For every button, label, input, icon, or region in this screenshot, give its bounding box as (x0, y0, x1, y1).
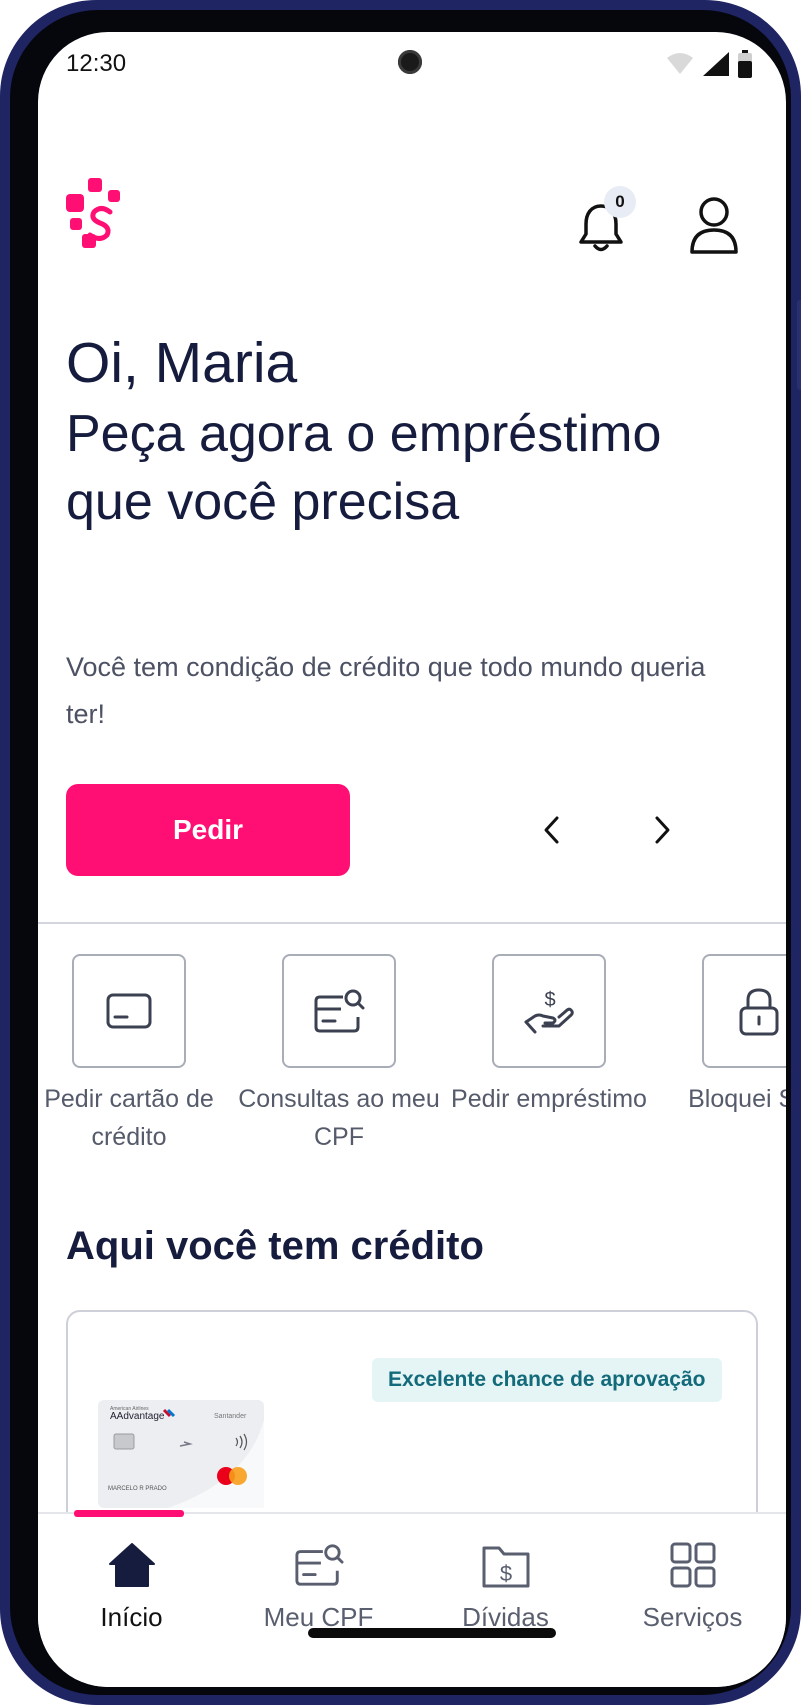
card-search-icon (314, 989, 365, 1033)
hero-subtitle: Você tem condição de crédito que todo mu… (66, 652, 706, 729)
nav-label: Início (100, 1602, 163, 1632)
svg-text:$: $ (499, 1561, 511, 1586)
grid-icon (670, 1542, 715, 1588)
active-tab-indicator (74, 1510, 184, 1517)
shortcut-score-lock[interactable]: Bloquei Scor (654, 954, 786, 1118)
bottom-navigation: Início Meu CPF $ Dívidas Serviços (38, 1510, 786, 1687)
svg-text:$: $ (544, 989, 555, 1011)
card-bank-text: Santander (214, 1413, 247, 1420)
card-holder-text: MARCELO R PRADO (108, 1486, 167, 1492)
chevron-right-icon (655, 816, 670, 844)
shortcut-label: Bloquei Scor (688, 1085, 786, 1113)
section-divider (38, 922, 786, 924)
carousel-next-button[interactable] (644, 812, 680, 848)
shortcut-icon-box: $ (492, 954, 606, 1068)
credit-section-title: Aqui você tem crédito (66, 1224, 484, 1268)
credit-card-image: American Airlines AAdvantage Santander M… (98, 1400, 264, 1508)
credit-card-icon (106, 993, 152, 1029)
carousel-prev-button[interactable] (534, 812, 570, 848)
status-icons (666, 50, 752, 78)
hero-headline: Peça agora o empréstimo que você precisa (66, 405, 662, 531)
status-time: 12:30 (66, 50, 127, 77)
battery-icon (738, 50, 752, 78)
card-brand-text: AAdvantage (110, 1411, 165, 1422)
home-icon (108, 1543, 155, 1587)
approval-chance-badge: Excelente chance de aprovação (372, 1358, 722, 1402)
shortcut-loan[interactable]: $ Pedir empréstimo (444, 954, 654, 1118)
shortcut-label: Pedir cartão de crédito (44, 1085, 214, 1151)
volume-button (797, 300, 801, 390)
phone-frame: 12:30 0 Oi, Maria Peça agora o empréstim… (0, 0, 801, 1705)
greeting-text: Oi, Maria (66, 331, 298, 395)
card-search-icon (294, 1544, 344, 1586)
pedir-button[interactable]: Pedir (66, 784, 350, 876)
shortcut-label: Pedir empréstimo (451, 1085, 647, 1113)
front-camera (398, 50, 422, 74)
chevron-left-icon (544, 816, 559, 844)
lock-icon (739, 988, 779, 1036)
home-indicator-bar[interactable] (308, 1628, 556, 1638)
folder-money-icon: $ (482, 1546, 529, 1588)
nav-label: Serviços (642, 1602, 743, 1632)
wifi-icon (667, 53, 693, 74)
shortcut-icon-box (72, 954, 186, 1068)
shortcut-credit-card[interactable]: Pedir cartão de crédito (38, 954, 234, 1156)
shortcut-cpf-queries[interactable]: Consultas ao meu CPF (234, 954, 444, 1156)
serasa-logo[interactable] (66, 178, 128, 258)
nav-tab-servicos[interactable]: Serviços (599, 1514, 786, 1654)
nav-tab-inicio[interactable]: Início (38, 1510, 225, 1654)
shortcut-icon-box (702, 954, 786, 1068)
status-bar: 12:30 (38, 32, 786, 92)
profile-user-icon[interactable] (686, 192, 742, 258)
notification-count-badge: 0 (604, 186, 636, 218)
screen: 12:30 0 Oi, Maria Peça agora o empréstim… (38, 32, 786, 1687)
signal-icon (703, 52, 729, 76)
shortcut-label: Consultas ao meu CPF (238, 1085, 440, 1151)
shortcut-icon-box (282, 954, 396, 1068)
phone-bezel: 12:30 0 Oi, Maria Peça agora o empréstim… (10, 10, 791, 1695)
hand-money-icon: $ (524, 989, 574, 1034)
